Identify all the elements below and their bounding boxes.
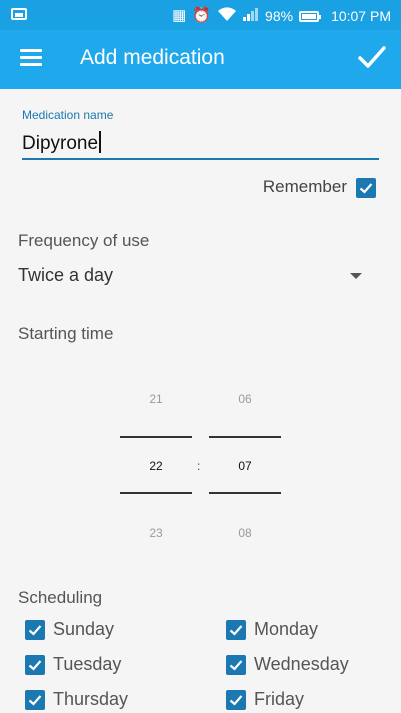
hour-divider-bottom: [120, 492, 192, 494]
day-tuesday[interactable]: Tuesday: [25, 654, 121, 675]
medication-name-value: Dipyrone: [22, 133, 99, 155]
sunday-checkbox[interactable]: [25, 619, 45, 640]
app-bar: Add medication: [0, 30, 401, 89]
remember-label: Remember: [262, 177, 347, 196]
day-friday[interactable]: Friday: [226, 689, 304, 710]
signal-icon: [243, 7, 259, 26]
minute-divider-top: [209, 436, 281, 438]
day-wednesday[interactable]: Wednesday: [226, 654, 349, 675]
menu-icon[interactable]: [20, 49, 42, 67]
status-bar: ▦ ⏰ 98% 10:07 PM: [0, 0, 401, 30]
chevron-down-icon[interactable]: [350, 273, 362, 279]
hour-next[interactable]: 23: [120, 526, 192, 540]
image-icon: [11, 8, 27, 20]
thursday-checkbox[interactable]: [25, 689, 45, 710]
medication-name-underline: [22, 158, 379, 160]
day-thursday[interactable]: Thursday: [25, 689, 128, 710]
medication-name-input[interactable]: Dipyrone: [22, 131, 102, 155]
starting-time-label: Starting time: [18, 324, 114, 343]
battery-percent: 98%: [265, 8, 294, 24]
day-label: Thursday: [53, 689, 129, 709]
day-label: Friday: [254, 689, 305, 709]
minute-selected[interactable]: 07: [209, 459, 281, 473]
vibrate-icon: ▦: [172, 7, 187, 24]
day-label: Monday: [254, 619, 319, 639]
hour-divider-top: [120, 436, 192, 438]
time-separator: :: [197, 459, 201, 473]
monday-checkbox[interactable]: [226, 619, 246, 640]
text-cursor: [99, 131, 102, 153]
alarm-icon: ⏰: [192, 7, 212, 24]
day-monday[interactable]: Monday: [226, 619, 318, 640]
wifi-icon: [217, 6, 237, 27]
hour-selected[interactable]: 22: [120, 459, 192, 473]
day-sunday[interactable]: Sunday: [25, 619, 114, 640]
minute-prev[interactable]: 06: [209, 392, 281, 406]
minute-divider-bottom: [209, 492, 281, 494]
frequency-dropdown[interactable]: Twice a day: [18, 265, 113, 286]
page-title: Add medication: [80, 46, 225, 69]
frequency-label: Frequency of use: [18, 231, 150, 250]
hour-prev[interactable]: 21: [120, 392, 192, 406]
friday-checkbox[interactable]: [226, 689, 246, 710]
day-label: Sunday: [53, 619, 115, 639]
wednesday-checkbox[interactable]: [226, 654, 246, 675]
status-icons: ▦ ⏰ 98% 10:07 PM: [172, 6, 391, 26]
checkmark-icon[interactable]: [357, 42, 387, 72]
scheduling-label: Scheduling: [18, 588, 103, 607]
day-label: Tuesday: [53, 654, 122, 674]
tuesday-checkbox[interactable]: [25, 654, 45, 675]
medication-name-label: Medication name: [22, 108, 114, 122]
remember-checkbox[interactable]: [356, 178, 376, 198]
minute-next[interactable]: 08: [209, 526, 281, 540]
clock: 10:07 PM: [331, 8, 391, 24]
day-label: Wednesday: [254, 654, 349, 674]
battery-icon: [299, 10, 322, 22]
